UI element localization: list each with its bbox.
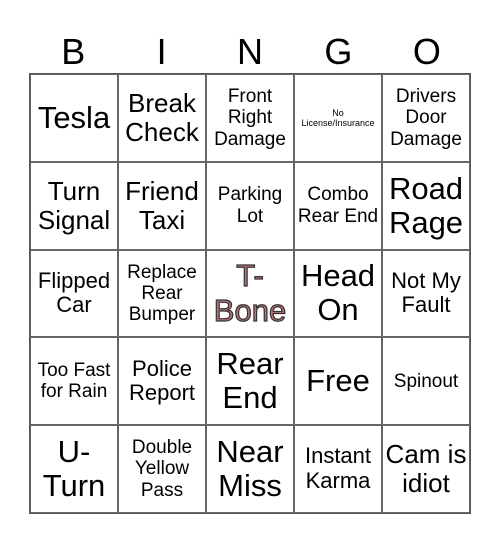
- bingo-cell[interactable]: Drivers Door Damage: [382, 74, 470, 162]
- header-letter-i: I: [156, 31, 167, 72]
- bingo-cell-label: Police Report: [128, 355, 196, 406]
- bingo-cell[interactable]: Front Right Damage: [206, 74, 294, 162]
- header-letter-g: G: [324, 31, 353, 72]
- bingo-cell-label: Not My Fault: [391, 267, 461, 318]
- bingo-cell[interactable]: U-Turn: [30, 425, 118, 513]
- bingo-cell-label: Near Miss: [216, 434, 284, 504]
- bingo-header: B I N G O: [29, 30, 471, 73]
- bingo-cell[interactable]: Free: [294, 337, 382, 426]
- bingo-cell-label: No License/Insurance: [301, 107, 375, 128]
- bingo-cell-label: Road Rage: [388, 170, 464, 240]
- bingo-cell[interactable]: Friend Taxi: [118, 161, 206, 250]
- bingo-cell[interactable]: Flipped Car: [30, 249, 118, 338]
- bingo-cell-label: Head On: [300, 258, 376, 328]
- bingo-cell[interactable]: Replace Rear Bumper: [118, 249, 206, 338]
- bingo-cell-label: Break Check: [125, 87, 199, 147]
- bingo-cell[interactable]: Head On: [294, 249, 382, 338]
- bingo-cell[interactable]: Road Rage: [382, 161, 470, 250]
- bingo-cell[interactable]: Tesla: [30, 74, 118, 162]
- bingo-cell-label: U-Turn: [42, 434, 106, 504]
- bingo-cell[interactable]: Double Yellow Pass: [118, 425, 206, 513]
- bingo-cell-label: Cam is idiot: [385, 438, 467, 499]
- bingo-cell-label: T-Bone: [213, 257, 287, 329]
- bingo-cell[interactable]: T-Bone: [206, 249, 294, 338]
- header-letter-b: B: [61, 31, 86, 72]
- bingo-cell-label: Rear End: [216, 346, 284, 416]
- bingo-cell-label: Replace Rear Bumper: [127, 261, 197, 326]
- bingo-cell-label: Spinout: [393, 370, 459, 392]
- bingo-cell[interactable]: Not My Fault: [382, 249, 470, 338]
- bingo-cell[interactable]: Break Check: [118, 74, 206, 162]
- bingo-cell[interactable]: Too Fast for Rain: [30, 337, 118, 426]
- bingo-cell-label: Free: [306, 363, 370, 399]
- bingo-cell[interactable]: Cam is idiot: [382, 425, 470, 513]
- bingo-cell-label: Drivers Door Damage: [390, 86, 462, 150]
- bingo-cell-label: Front Right Damage: [214, 86, 286, 150]
- bingo-cell[interactable]: Turn Signal: [30, 161, 118, 250]
- bingo-cell-label: Flipped Car: [37, 267, 111, 318]
- bingo-cell[interactable]: Parking Lot: [206, 161, 294, 250]
- bingo-cell-label: Parking Lot: [217, 184, 283, 227]
- bingo-cell-label: Double Yellow Pass: [131, 437, 193, 501]
- bingo-cell[interactable]: Police Report: [118, 337, 206, 426]
- header-letter-n: N: [237, 31, 264, 72]
- bingo-cell-label: Friend Taxi: [125, 175, 199, 235]
- bingo-cell-label: Combo Rear End: [297, 184, 379, 227]
- bingo-cell-label: Turn Signal: [37, 175, 111, 235]
- bingo-cell-label: Tesla: [37, 99, 111, 135]
- bingo-cell-label: Too Fast for Rain: [37, 360, 111, 403]
- bingo-grid: Tesla Break Check Front Right Damage No Lic…: [29, 73, 471, 514]
- bingo-cell[interactable]: No License/Insurance: [294, 74, 382, 162]
- bingo-cell[interactable]: Rear End: [206, 337, 294, 426]
- header-letter-o: O: [412, 31, 441, 72]
- bingo-cell[interactable]: Instant Karma: [294, 425, 382, 513]
- bingo-cell-label: Instant Karma: [304, 443, 372, 494]
- bingo-cell[interactable]: Combo Rear End: [294, 161, 382, 250]
- bingo-cell[interactable]: Spinout: [382, 337, 470, 426]
- bingo-cell[interactable]: Near Miss: [206, 425, 294, 513]
